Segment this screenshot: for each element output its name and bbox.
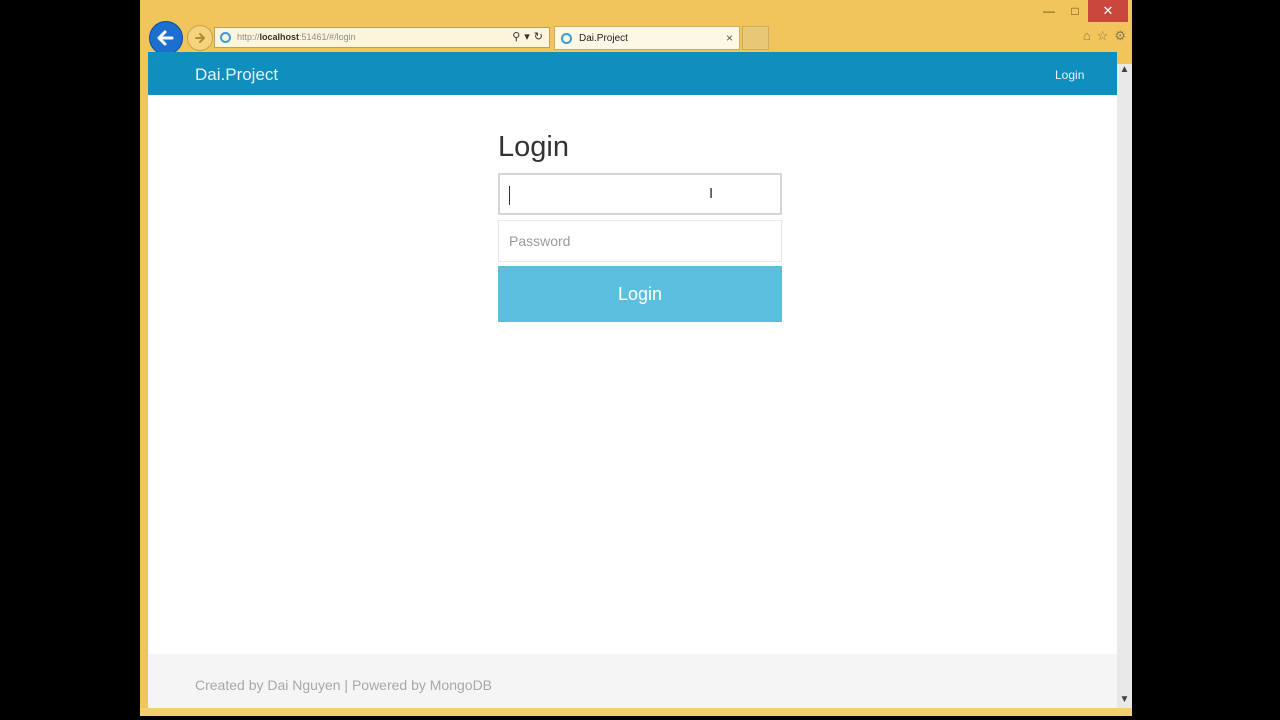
refresh-icon[interactable]: ↻ bbox=[534, 30, 543, 43]
browser-tools: ⌂ ☆ ⚙ bbox=[1083, 28, 1126, 44]
footer-text: Created by Dai Nguyen | Powered by Mongo… bbox=[195, 677, 493, 693]
browser-titlebar: — □ ✕ http://localhost:51461/#/login ⚲ ▾… bbox=[140, 0, 1132, 55]
arrow-left-icon bbox=[157, 30, 174, 46]
site-footer: Created by Dai Nguyen | Powered by Mongo… bbox=[148, 654, 1117, 708]
browser-bottom-edge bbox=[140, 708, 1132, 716]
browser-window: — □ ✕ http://localhost:51461/#/login ⚲ ▾… bbox=[140, 0, 1132, 716]
password-input[interactable]: Password bbox=[498, 220, 782, 262]
username-input[interactable]: I bbox=[498, 173, 782, 215]
ie-page-icon bbox=[220, 32, 231, 43]
settings-icon[interactable]: ⚙ bbox=[1114, 28, 1126, 44]
new-tab-button[interactable] bbox=[742, 26, 769, 50]
scroll-down-icon[interactable]: ▼ bbox=[1117, 694, 1132, 708]
login-title: Login bbox=[498, 131, 569, 163]
nav-login-link[interactable]: Login bbox=[1055, 68, 1084, 82]
tab-close-icon[interactable]: × bbox=[726, 31, 733, 45]
page-viewport: Dai.Project Login Login I Password Login… bbox=[148, 52, 1117, 708]
minimize-button[interactable]: — bbox=[1036, 0, 1062, 22]
brand-link[interactable]: Dai.Project bbox=[195, 65, 278, 85]
address-bar[interactable]: http://localhost:51461/#/login ⚲ ▾ ↻ bbox=[214, 27, 550, 48]
forward-button[interactable] bbox=[187, 25, 213, 51]
dropdown-icon[interactable]: ▾ bbox=[524, 30, 530, 43]
maximize-button[interactable]: □ bbox=[1062, 0, 1088, 22]
window-controls: — □ ✕ bbox=[1036, 0, 1128, 22]
login-form: Login I Password Login bbox=[498, 130, 782, 322]
login-button[interactable]: Login bbox=[498, 266, 782, 322]
ie-tab-icon bbox=[561, 33, 572, 44]
home-icon[interactable]: ⌂ bbox=[1083, 28, 1091, 44]
ibeam-cursor-icon: I bbox=[709, 185, 714, 202]
address-url[interactable]: http://localhost:51461/#/login bbox=[237, 32, 356, 42]
back-button[interactable] bbox=[149, 21, 183, 55]
vertical-scrollbar[interactable]: ▲ ▼ bbox=[1117, 64, 1132, 708]
tab-dai-project[interactable]: Dai.Project × bbox=[554, 26, 740, 50]
favorites-icon[interactable]: ☆ bbox=[1097, 28, 1109, 44]
password-placeholder: Password bbox=[509, 233, 571, 249]
text-caret bbox=[509, 186, 510, 205]
scroll-up-icon[interactable]: ▲ bbox=[1117, 64, 1132, 78]
search-icon[interactable]: ⚲ bbox=[512, 30, 520, 43]
address-tools: ⚲ ▾ ↻ bbox=[512, 30, 543, 43]
close-window-button[interactable]: ✕ bbox=[1088, 0, 1128, 22]
arrow-right-icon bbox=[195, 33, 205, 43]
tab-title: Dai.Project bbox=[579, 33, 628, 44]
site-navbar: Dai.Project Login bbox=[148, 52, 1117, 95]
